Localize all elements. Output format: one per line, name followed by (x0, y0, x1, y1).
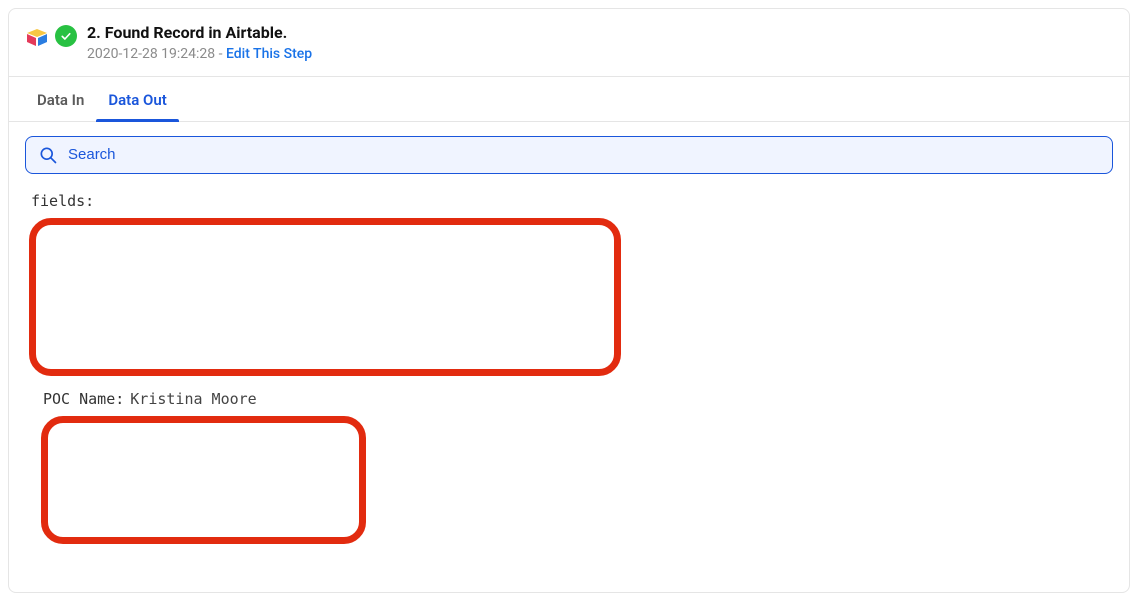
redacted-block-2 (41, 416, 366, 544)
search-input[interactable] (68, 146, 1100, 163)
search-container (9, 122, 1129, 180)
step-card: 2. Found Record in Airtable. 2020-12-28 … (8, 8, 1130, 593)
step-title: 2. Found Record in Airtable. (87, 23, 312, 44)
step-timestamp: 2020-12-28 19:24:28 (87, 46, 215, 62)
field-key-poc-name: POC Name: (43, 390, 124, 408)
success-check-icon (55, 25, 77, 47)
meta-separator: - (215, 46, 226, 62)
field-row-poc-name: POC Name: Kristina Moore (43, 390, 1109, 408)
airtable-icon (25, 25, 49, 49)
step-header: 2. Found Record in Airtable. 2020-12-28 … (9, 9, 1129, 76)
tabs: Data In Data Out (9, 76, 1129, 122)
edit-step-link[interactable]: Edit This Step (226, 46, 312, 62)
search-box[interactable] (25, 136, 1113, 174)
step-header-text: 2. Found Record in Airtable. 2020-12-28 … (87, 23, 312, 62)
search-icon (38, 145, 58, 165)
data-out-content: fields: POC Name: Kristina Moore (9, 180, 1129, 550)
tab-data-out[interactable]: Data Out (96, 77, 178, 121)
redacted-block-1 (29, 218, 621, 376)
field-value-poc-name: Kristina Moore (130, 390, 256, 408)
tab-data-in[interactable]: Data In (25, 77, 96, 121)
step-meta: 2020-12-28 19:24:28 - Edit This Step (87, 46, 312, 62)
fields-label: fields: (31, 192, 1109, 210)
